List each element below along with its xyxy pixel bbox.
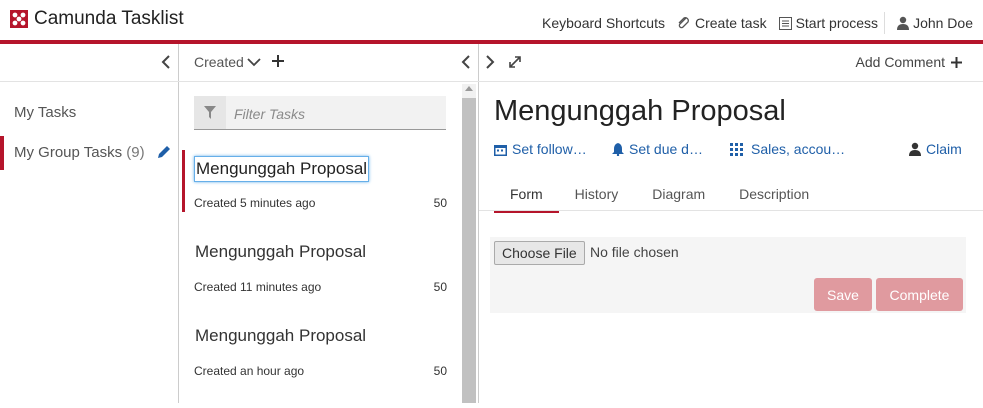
active-filter-indicator — [0, 136, 4, 170]
header-accent-bar — [0, 40, 983, 44]
add-sorting-icon[interactable] — [272, 55, 284, 67]
filter-icon — [204, 106, 216, 119]
pencil-icon[interactable] — [156, 145, 171, 160]
claim-button[interactable]: Claim — [909, 141, 962, 157]
task-list-item[interactable]: Mengunggah Proposal Created an hour ago … — [182, 324, 462, 408]
selected-task-indicator — [182, 150, 185, 212]
paperclip-icon — [678, 17, 689, 29]
task-priority: 50 — [433, 196, 447, 210]
keyboard-shortcuts-link[interactable]: Keyboard Shortcuts — [542, 15, 665, 31]
header-nav: Keyboard Shortcuts Create task Start pro… — [530, 12, 973, 34]
plus-icon — [951, 56, 962, 68]
task-title: Mengunggah Proposal — [494, 95, 786, 127]
column-divider-filters — [178, 44, 179, 403]
task-priority: 50 — [433, 364, 447, 378]
collapse-list-icon[interactable] — [461, 55, 471, 69]
user-icon — [897, 16, 910, 30]
brand[interactable]: Camunda Tasklist — [10, 8, 184, 30]
task-filter-box — [194, 96, 446, 131]
grid-icon — [730, 142, 743, 156]
filter-my-tasks[interactable]: My Tasks — [14, 104, 76, 121]
task-priority: 50 — [433, 280, 447, 294]
follow-up-label: Set follow… — [512, 141, 587, 157]
groups-link[interactable]: Sales, accou… — [730, 141, 845, 157]
top-navbar: Camunda Tasklist Keyboard Shortcuts Crea… — [0, 0, 983, 40]
save-button[interactable]: Save — [814, 278, 872, 311]
user-name: John Doe — [913, 15, 973, 31]
tabs-divider — [479, 210, 983, 211]
create-task-link[interactable]: Create task — [677, 15, 767, 31]
task-list-item[interactable]: Mengunggah Proposal Created 11 minutes a… — [182, 240, 462, 324]
camunda-logo-icon — [10, 10, 28, 28]
task-name[interactable]: Mengunggah Proposal — [194, 324, 367, 348]
maximize-icon[interactable] — [508, 55, 522, 69]
filter-funnel-button[interactable] — [194, 96, 226, 129]
detail-tabs: Form History Diagram Description — [494, 184, 825, 213]
filter-my-group-tasks-label: My Group Tasks — [14, 144, 123, 161]
bell-icon — [612, 142, 624, 156]
choose-file-button[interactable]: Choose File — [494, 241, 585, 265]
set-due-date-link[interactable]: Set due d… — [612, 141, 703, 157]
scrollbar-thumb[interactable] — [462, 98, 476, 403]
keyboard-shortcuts-label: Keyboard Shortcuts — [542, 15, 665, 31]
due-date-label: Set due d… — [629, 141, 703, 157]
tab-history[interactable]: History — [559, 184, 635, 210]
add-comment-label: Add Comment — [855, 54, 945, 70]
filter-my-group-tasks[interactable]: My Group Tasks (9) — [14, 144, 145, 161]
task-created: Created an hour ago — [194, 364, 305, 378]
user-icon — [909, 142, 921, 156]
nav-divider — [884, 12, 886, 34]
start-process-link[interactable]: Start process — [778, 15, 879, 31]
tab-description[interactable]: Description — [723, 184, 825, 210]
calendar-icon — [494, 144, 507, 156]
task-list-item[interactable]: Mengunggah Proposal Created 5 minutes ag… — [182, 150, 462, 240]
complete-button[interactable]: Complete — [876, 278, 963, 311]
groups-label: Sales, accou… — [751, 141, 846, 157]
set-follow-up-link[interactable]: Set follow… — [494, 141, 587, 157]
tab-diagram[interactable]: Diagram — [634, 184, 723, 210]
user-menu[interactable]: John Doe — [897, 15, 973, 31]
collapse-filters-icon[interactable] — [161, 55, 171, 69]
chevron-down-icon — [247, 58, 261, 67]
scroll-up-arrow[interactable] — [465, 86, 473, 91]
tab-form[interactable]: Form — [494, 184, 559, 213]
filter-tasks-input[interactable] — [232, 96, 446, 131]
expand-list-icon[interactable] — [485, 55, 495, 69]
app-title: Camunda Tasklist — [34, 8, 184, 29]
sort-dropdown[interactable]: Created — [194, 54, 261, 70]
claim-label: Claim — [926, 141, 962, 157]
task-created: Created 5 minutes ago — [194, 196, 316, 210]
task-created: Created 11 minutes ago — [194, 280, 322, 294]
file-status-text: No file chosen — [590, 244, 679, 260]
add-comment-button[interactable]: Add Comment — [856, 54, 962, 70]
task-name[interactable]: Mengunggah Proposal — [194, 156, 370, 182]
sort-label: Created — [194, 54, 244, 70]
start-process-label: Start process — [795, 15, 879, 31]
filter-my-tasks-label: My Tasks — [14, 104, 77, 121]
column-divider-list — [478, 44, 479, 403]
list-alt-icon — [778, 16, 792, 30]
create-task-label: Create task — [694, 15, 767, 31]
toolbar-divider — [0, 81, 983, 82]
task-name[interactable]: Mengunggah Proposal — [194, 240, 367, 264]
filter-count-badge: (9) — [126, 144, 145, 161]
